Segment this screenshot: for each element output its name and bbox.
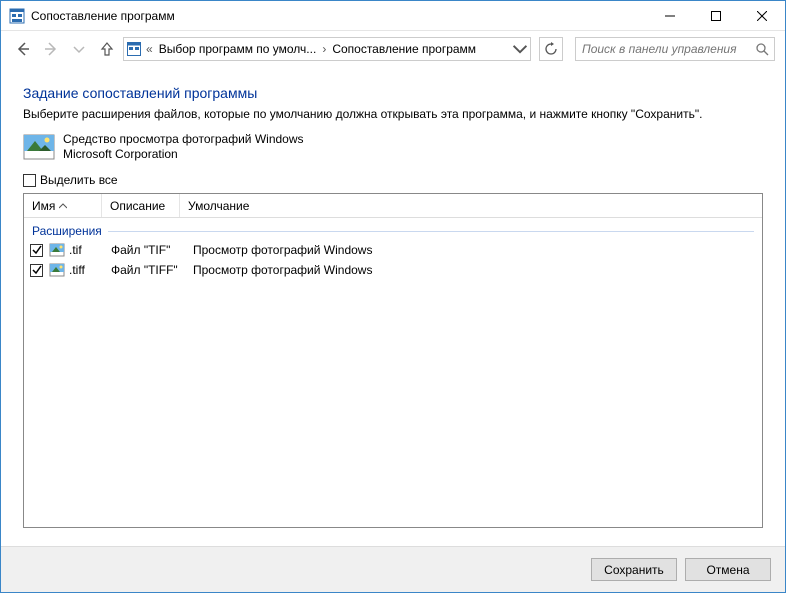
maximize-button[interactable] bbox=[693, 1, 739, 30]
select-all-label: Выделить все bbox=[40, 173, 118, 187]
control-panel-icon bbox=[126, 41, 142, 57]
cancel-button[interactable]: Отмена bbox=[685, 558, 771, 581]
group-label: Расширения bbox=[32, 224, 102, 238]
page-heading: Задание сопоставлений программы bbox=[23, 85, 763, 101]
select-all-row[interactable]: Выделить все bbox=[23, 173, 763, 187]
row-ext: .tiff bbox=[69, 263, 85, 277]
table-row[interactable]: .tif Файл "TIF" Просмотр фотографий Window… bbox=[24, 240, 762, 260]
row-ext: .tif bbox=[69, 243, 82, 257]
window-title: Сопоставление программ bbox=[31, 9, 647, 23]
cell-desc: Файл "TIFF" bbox=[111, 263, 187, 277]
nav-back-button[interactable] bbox=[11, 37, 35, 61]
window-controls bbox=[647, 1, 785, 30]
app-name: Средство просмотра фотографий Windows bbox=[63, 132, 304, 147]
app-publisher: Microsoft Corporation bbox=[63, 147, 304, 162]
titlebar: Сопоставление программ bbox=[1, 1, 785, 31]
breadcrumb-prefix: « bbox=[144, 42, 155, 56]
button-bar: Сохранить Отмена bbox=[1, 546, 785, 592]
associations-table: Имя Описание Умолчание Расширения .tifФ bbox=[23, 193, 763, 528]
sort-caret-icon bbox=[59, 199, 67, 213]
app-thumb-icon bbox=[23, 131, 55, 163]
column-desc-label: Описание bbox=[110, 199, 165, 213]
nav-forward-button[interactable] bbox=[39, 37, 63, 61]
chevron-right-icon: › bbox=[320, 42, 328, 56]
breadcrumb-seg-2[interactable]: Сопоставление программ bbox=[330, 42, 478, 56]
window: Сопоставление программ bbox=[0, 0, 786, 593]
refresh-button[interactable] bbox=[539, 37, 563, 61]
page-subtext: Выберите расширения файлов, которые по у… bbox=[23, 107, 763, 121]
group-divider bbox=[108, 231, 754, 232]
nav-up-button[interactable] bbox=[95, 37, 119, 61]
selected-app-row: Средство просмотра фотографий Windows Mi… bbox=[23, 131, 763, 163]
column-default[interactable]: Умолчание bbox=[180, 194, 762, 217]
breadcrumb-seg-1[interactable]: Выбор программ по умолч... bbox=[157, 42, 319, 56]
image-file-icon bbox=[49, 242, 65, 258]
column-default-label: Умолчание bbox=[188, 199, 249, 213]
group-header: Расширения bbox=[24, 218, 762, 240]
column-name-label: Имя bbox=[32, 199, 55, 213]
search-box[interactable] bbox=[575, 37, 775, 61]
nav-recent-dropdown[interactable] bbox=[67, 37, 91, 61]
column-desc[interactable]: Описание bbox=[102, 194, 180, 217]
table-body: Расширения .tif Файл "TIF" Просмотр фотогр… bbox=[24, 218, 762, 527]
navbar: « Выбор программ по умолч... › Сопоставл… bbox=[1, 31, 785, 67]
cell-name: .tif bbox=[49, 242, 105, 258]
breadcrumb-dropdown[interactable] bbox=[512, 38, 528, 60]
app-icon bbox=[9, 8, 25, 24]
table-header: Имя Описание Умолчание bbox=[24, 194, 762, 218]
row-checkbox[interactable] bbox=[30, 244, 43, 257]
cell-name: .tiff bbox=[49, 262, 105, 278]
search-icon[interactable] bbox=[754, 41, 770, 57]
column-name[interactable]: Имя bbox=[24, 194, 102, 217]
save-button[interactable]: Сохранить bbox=[591, 558, 677, 581]
cell-default: Просмотр фотографий Windows bbox=[193, 263, 756, 277]
image-file-icon bbox=[49, 262, 65, 278]
close-button[interactable] bbox=[739, 1, 785, 30]
breadcrumb[interactable]: « Выбор программ по умолч... › Сопоставл… bbox=[123, 37, 531, 61]
table-row[interactable]: .tiff Файл "TIFF" Просмотр фотографий Wind… bbox=[24, 260, 762, 280]
search-input[interactable] bbox=[580, 41, 754, 57]
select-all-checkbox[interactable] bbox=[23, 174, 36, 187]
app-info: Средство просмотра фотографий Windows Mi… bbox=[63, 132, 304, 162]
content: Задание сопоставлений программы Выберите… bbox=[1, 67, 785, 546]
cell-default: Просмотр фотографий Windows bbox=[193, 243, 756, 257]
minimize-button[interactable] bbox=[647, 1, 693, 30]
cell-desc: Файл "TIF" bbox=[111, 243, 187, 257]
row-checkbox[interactable] bbox=[30, 264, 43, 277]
